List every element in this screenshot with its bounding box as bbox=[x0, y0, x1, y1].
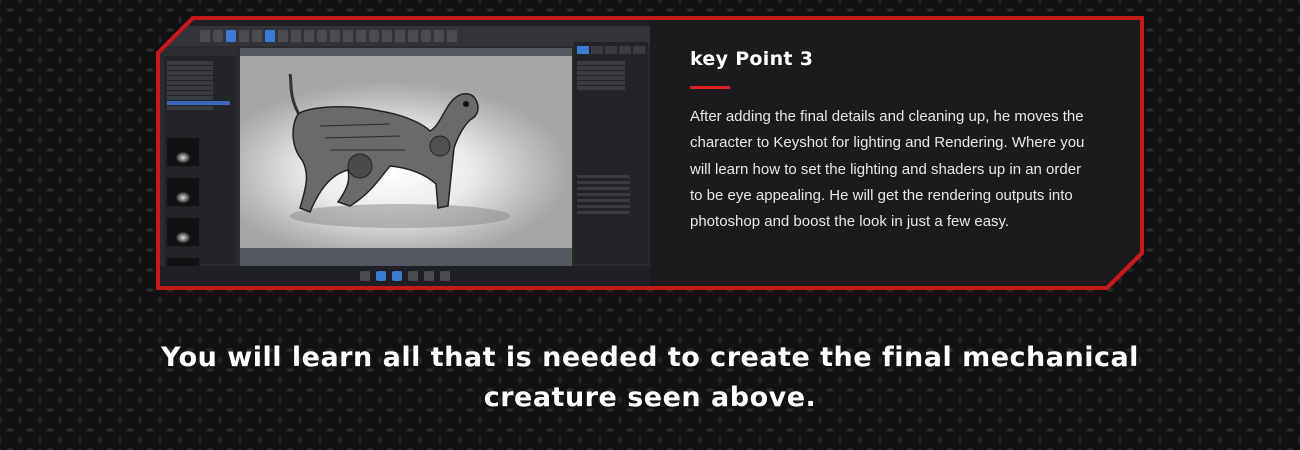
toolbar-icon bbox=[330, 30, 340, 42]
info-row bbox=[577, 193, 630, 196]
tree-row bbox=[577, 86, 625, 90]
render-viewport bbox=[240, 48, 572, 266]
tree-row bbox=[167, 71, 214, 75]
tree-row bbox=[167, 81, 214, 85]
toolbar-icon bbox=[421, 30, 431, 42]
tree-row bbox=[577, 81, 625, 85]
project-tabs bbox=[574, 42, 648, 58]
project-tab bbox=[633, 46, 645, 54]
info-row bbox=[577, 205, 630, 208]
key-point-body: After adding the final details and clean… bbox=[690, 108, 1085, 231]
toolbar-icon bbox=[369, 30, 379, 42]
toolbar-icon bbox=[382, 30, 392, 42]
project-panel bbox=[574, 42, 648, 264]
key-point-title: key Point 3 bbox=[690, 48, 814, 70]
info-row bbox=[577, 199, 630, 202]
environment-thumbnail bbox=[166, 137, 200, 167]
import-icon bbox=[360, 271, 370, 281]
toolbar-icon bbox=[200, 30, 210, 42]
library-panel bbox=[164, 48, 236, 286]
title-underline bbox=[690, 86, 730, 89]
toolbar-icon bbox=[395, 30, 405, 42]
library-tree bbox=[164, 58, 236, 113]
tree-row bbox=[577, 76, 625, 80]
toolbar-icon bbox=[304, 30, 314, 42]
toolbar-icon bbox=[278, 30, 288, 42]
toolbar-icon bbox=[447, 30, 457, 42]
toolbar-icon bbox=[434, 30, 444, 42]
info-row bbox=[577, 187, 630, 190]
animation-icon bbox=[408, 271, 418, 281]
tree-row bbox=[167, 86, 214, 90]
library-icon bbox=[376, 271, 386, 281]
scene-tree bbox=[574, 58, 648, 93]
footer-line-1: You will learn all that is needed to cre… bbox=[161, 342, 1139, 373]
environment-thumbnail bbox=[166, 177, 200, 207]
project-tab bbox=[619, 46, 631, 54]
keyshotxr-icon bbox=[424, 271, 434, 281]
render-icon bbox=[440, 271, 450, 281]
project-icon bbox=[392, 271, 402, 281]
info-row bbox=[577, 181, 630, 184]
tree-row bbox=[167, 61, 214, 65]
toolbar-icon bbox=[213, 30, 223, 42]
keyshot-screenshot bbox=[160, 20, 650, 286]
toolbar-icon bbox=[343, 30, 353, 42]
project-tab bbox=[591, 46, 603, 54]
toolbar-icon bbox=[239, 30, 249, 42]
footer-line-2: creature seen above. bbox=[483, 382, 817, 413]
toolbar-icon bbox=[291, 30, 301, 42]
info-row bbox=[577, 211, 630, 214]
tree-row bbox=[167, 76, 214, 80]
toolbar-icon bbox=[408, 30, 418, 42]
library-panel-header bbox=[164, 48, 236, 56]
toolbar-icon bbox=[265, 30, 275, 42]
footer-caption: You will learn all that is needed to cre… bbox=[150, 338, 1150, 418]
toolbar-icon bbox=[226, 30, 236, 42]
render-image bbox=[240, 56, 572, 248]
toolbar-icon bbox=[317, 30, 327, 42]
tree-row bbox=[577, 61, 625, 65]
tree-row bbox=[167, 66, 214, 70]
environment-thumbnail bbox=[166, 217, 200, 247]
tree-row-selected bbox=[167, 101, 230, 105]
tree-row bbox=[167, 106, 214, 110]
bottom-toolbar bbox=[160, 266, 650, 286]
tree-row bbox=[167, 91, 214, 95]
toolbar-icon bbox=[356, 30, 366, 42]
mechanical-dog-render-icon bbox=[288, 73, 510, 228]
environment-thumbnails bbox=[166, 136, 234, 286]
toolbar-icon bbox=[252, 30, 262, 42]
scene-information bbox=[577, 172, 643, 217]
key-point-card: key Point 3 After adding the final detai… bbox=[160, 20, 1140, 286]
project-tab bbox=[605, 46, 617, 54]
info-row bbox=[577, 175, 630, 178]
tree-row bbox=[577, 71, 625, 75]
tree-row bbox=[577, 66, 625, 70]
project-tab bbox=[577, 46, 589, 54]
tree-row bbox=[167, 96, 214, 100]
